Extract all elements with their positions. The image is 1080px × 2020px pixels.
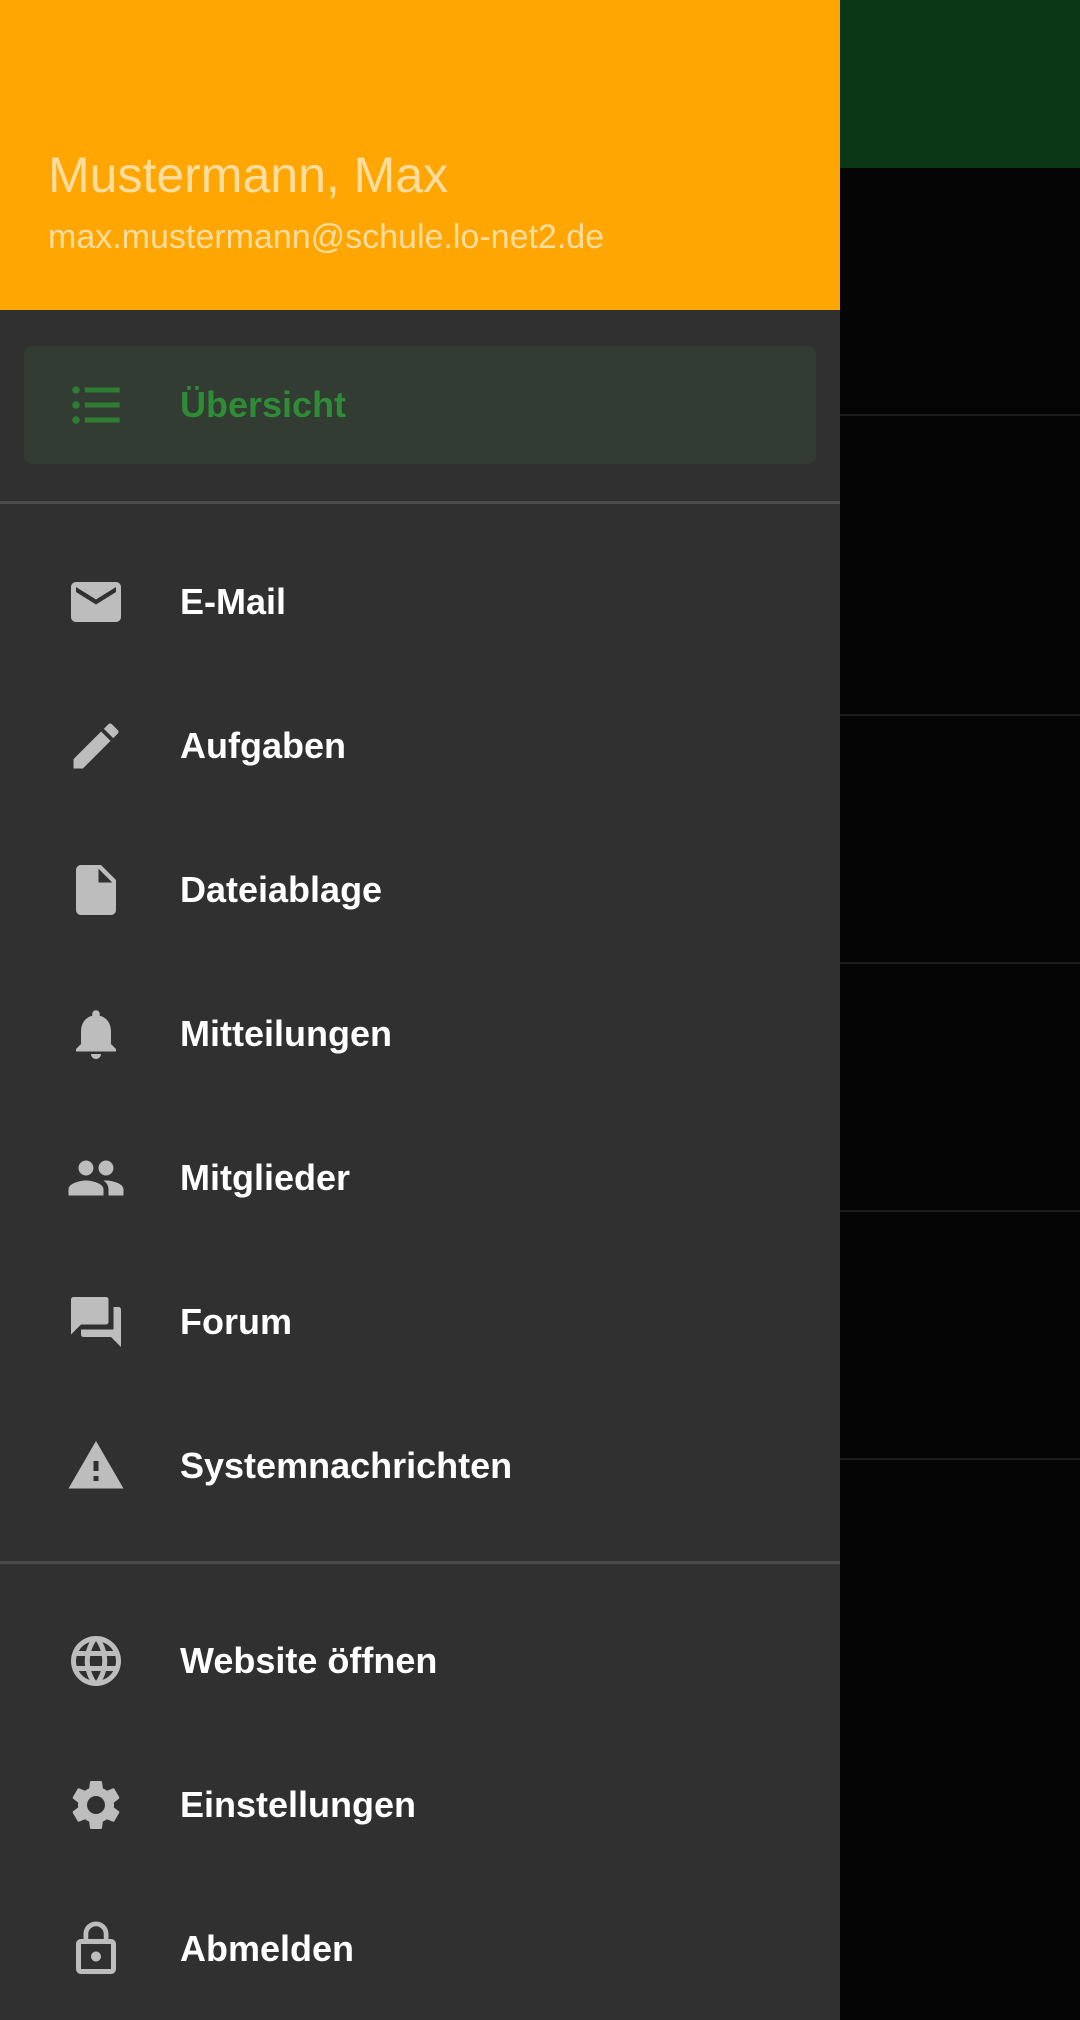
nav-item-dateiablage[interactable]: Dateiablage <box>0 831 840 949</box>
pencil-icon <box>73 723 119 769</box>
lock-open-icon <box>76 1921 116 1974</box>
list-icon <box>72 386 120 424</box>
nav-item-label: Dateiablage <box>180 869 383 910</box>
people-icon <box>68 1160 124 1196</box>
nav-item-website-oeffnen[interactable]: Website öffnen <box>0 1602 840 1720</box>
nav-item-label: Mitteilungen <box>180 1013 392 1054</box>
nav-item-label: Abmelden <box>180 1928 355 1969</box>
nav-item-email[interactable]: E-Mail <box>0 543 840 661</box>
user-email: max.mustermann@schule.lo-net2.de <box>48 218 605 256</box>
nav-item-uebersicht[interactable]: Übersicht <box>24 346 816 464</box>
user-name: Mustermann, Max <box>48 147 449 203</box>
nav-item-label: Übersicht <box>180 384 347 425</box>
bell-icon <box>76 1010 116 1059</box>
nav-item-systemnachrichten[interactable]: Systemnachrichten <box>0 1407 840 1525</box>
forum-icon <box>71 1297 121 1347</box>
nav-item-mitglieder[interactable]: Mitglieder <box>0 1119 840 1237</box>
gear-icon <box>72 1780 120 1829</box>
nav-item-label: Mitglieder <box>180 1157 351 1198</box>
nav-item-label: E-Mail <box>180 581 287 622</box>
mail-icon <box>71 582 121 622</box>
nav-item-label: Aufgaben <box>180 725 346 766</box>
navigation-drawer: Mustermann, Max max.mustermann@schule.lo… <box>0 0 840 2020</box>
drawer-divider <box>0 501 840 504</box>
warning-icon <box>68 1441 124 1489</box>
nav-item-aufgaben[interactable]: Aufgaben <box>0 687 840 805</box>
nav-item-forum[interactable]: Forum <box>0 1263 840 1381</box>
globe-icon <box>71 1636 121 1686</box>
nav-item-label: Einstellungen <box>180 1784 417 1825</box>
file-icon <box>76 865 116 915</box>
nav-item-label: Forum <box>180 1301 292 1342</box>
nav-item-label: Systemnachrichten <box>180 1445 513 1486</box>
nav-item-mitteilungen[interactable]: Mitteilungen <box>0 975 840 1093</box>
drawer-header: Mustermann, Max max.mustermann@schule.lo… <box>0 0 840 310</box>
nav-item-label: Website öffnen <box>180 1640 438 1681</box>
drawer-divider <box>0 1561 840 1564</box>
nav-item-abmelden[interactable]: Abmelden <box>0 1890 840 2008</box>
nav-item-einstellungen[interactable]: Einstellungen <box>0 1746 840 1864</box>
